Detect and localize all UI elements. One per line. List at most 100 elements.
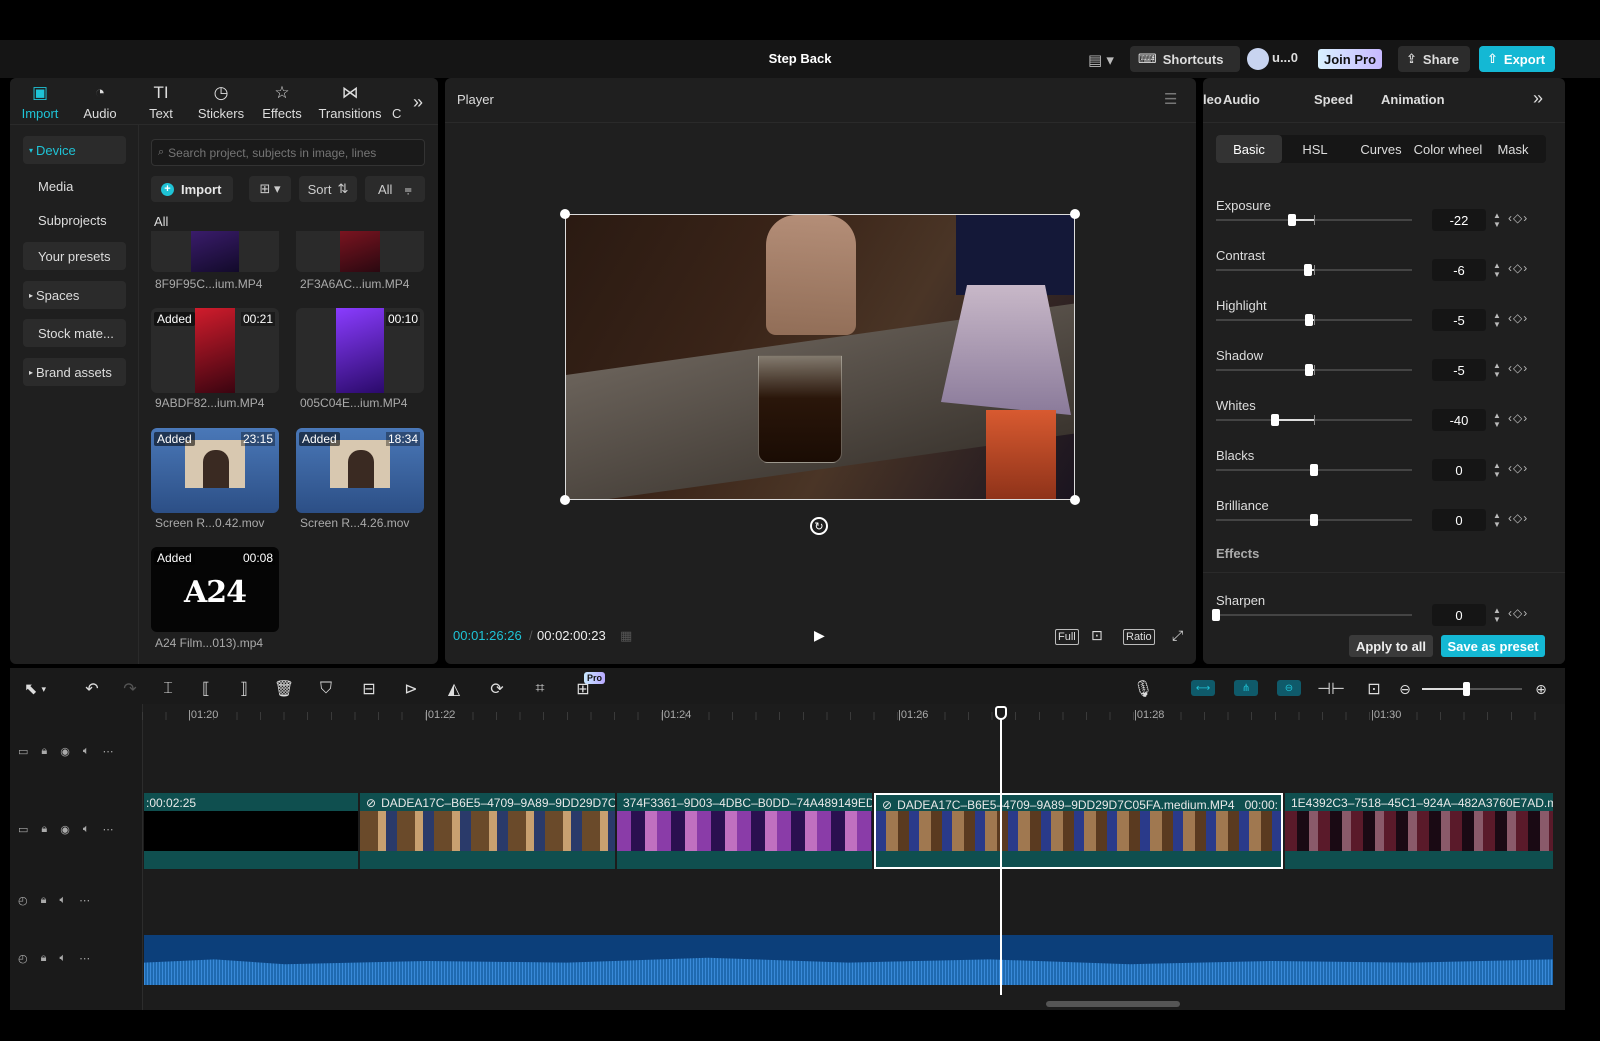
tab-animation[interactable]: Animation	[1381, 92, 1445, 107]
user-name[interactable]: u...0	[1272, 50, 1298, 65]
sidebar-item-subprojects[interactable]: Subprojects	[23, 206, 126, 234]
shortcuts-button[interactable]: ⌨ Shortcuts	[1130, 46, 1240, 72]
lock-icon[interactable]: 🔒︎	[41, 745, 47, 758]
tab-captions[interactable]: C	[392, 106, 401, 121]
slider-knob[interactable]	[1305, 314, 1314, 326]
tab-import[interactable]: ▣ Import	[10, 78, 70, 121]
media-item[interactable]: Added 18:34	[296, 428, 424, 513]
microphone-icon[interactable]: 🎙︎	[1133, 679, 1153, 699]
sidebar-item-device[interactable]: ▾ Device	[23, 136, 126, 164]
import-button[interactable]: + Import	[151, 176, 233, 202]
crop-icon[interactable]: ⌗	[530, 679, 550, 699]
slider-knob[interactable]	[1288, 214, 1297, 226]
slider-knob[interactable]	[1310, 464, 1318, 476]
media-item[interactable]: A24 Added 00:08	[151, 547, 279, 632]
adjustment-slider[interactable]	[1216, 264, 1412, 276]
adjustment-slider[interactable]	[1216, 214, 1412, 226]
tab-text[interactable]: TI Text	[131, 78, 191, 121]
subtab-mask[interactable]: Mask	[1493, 135, 1533, 163]
keyframe-icon[interactable]: ‹◇›	[1508, 511, 1528, 525]
split-icon[interactable]: ⌶	[158, 679, 178, 699]
keyframe-icon[interactable]: ‹◇›	[1508, 211, 1528, 225]
tab-audio-props[interactable]: Audio	[1223, 92, 1260, 107]
video-preview[interactable]	[565, 214, 1075, 500]
keyframe-icon[interactable]: ‹◇›	[1508, 411, 1528, 425]
ratio-button[interactable]: Ratio	[1123, 629, 1155, 645]
tab-speed[interactable]: Speed	[1314, 92, 1353, 107]
playhead-handle[interactable]	[995, 706, 1007, 720]
stepper-icon[interactable]: ▲ ▼	[1490, 209, 1504, 231]
save-preset-button[interactable]: Save as preset	[1441, 635, 1545, 657]
video-clip[interactable]: 374F3361–9D03–4DBC–B0DD–74A489149ED	[617, 793, 872, 869]
video-clip[interactable]: ⊘ DADEA17C–B6E5–4709–9A89–9DD29D7C	[360, 793, 615, 869]
stepper-icon[interactable]: ▲ ▼	[1490, 509, 1504, 531]
slider-knob[interactable]	[1310, 514, 1318, 526]
avatar[interactable]	[1247, 48, 1269, 70]
speaker-icon[interactable]: 🔈︎	[83, 745, 90, 758]
search-input[interactable]	[168, 145, 409, 160]
sidebar-item-presets[interactable]: Your presets	[23, 242, 126, 270]
redo-icon[interactable]: ↷	[120, 679, 140, 699]
menu-icon[interactable]: ☰	[1164, 90, 1177, 108]
more-tabs-icon[interactable]: »	[413, 92, 423, 113]
share-button[interactable]: ⇪ Share	[1398, 46, 1470, 72]
split-left-icon[interactable]: ⟦	[196, 679, 216, 699]
adjustment-value-input[interactable]: -5	[1432, 359, 1486, 381]
play-icon[interactable]: ▶	[814, 627, 825, 644]
keyframe-icon[interactable]: ‹◇›	[1508, 261, 1528, 275]
layout-icon[interactable]: ▤ ▾	[1088, 51, 1114, 69]
keyframe-icon[interactable]: ‹◇›	[1508, 361, 1528, 375]
more-icon[interactable]: ⋯	[79, 894, 90, 907]
timeline-scrollbar[interactable]	[1046, 1001, 1180, 1007]
subtab-hsl[interactable]: HSL	[1289, 135, 1341, 163]
audio-clip[interactable]	[144, 935, 1553, 985]
adjustment-value-input[interactable]: -5	[1432, 309, 1486, 331]
sidebar-item-brand[interactable]: ▸ Brand assets	[23, 358, 126, 386]
linkage-icon[interactable]: ⊖	[1277, 680, 1301, 696]
stepper-icon[interactable]: ▲ ▼	[1490, 459, 1504, 481]
video-clip[interactable]: :00:02:25	[144, 793, 358, 869]
apply-to-all-button[interactable]: Apply to all	[1349, 635, 1433, 657]
zoom-slider[interactable]	[1422, 682, 1522, 696]
keyframe-icon[interactable]: ‹◇›	[1508, 311, 1528, 325]
sidebar-item-media[interactable]: Media	[23, 172, 126, 200]
adjustment-value-input[interactable]: -22	[1432, 209, 1486, 231]
adjustment-slider[interactable]	[1216, 364, 1412, 376]
speed-icon[interactable]: ⊳	[401, 679, 421, 699]
selected-video-clip[interactable]: ⊘ DADEA17C–B6E5–4709–9A89–9DD29D7C05FA.me…	[874, 793, 1283, 869]
video-clip[interactable]: 1E4392C3–7518–45C1–924A–482A3760E7AD.m	[1285, 793, 1553, 869]
select-tool-icon[interactable]: ⬉ ▾	[18, 679, 52, 699]
export-button[interactable]: ⇧ Export	[1479, 46, 1555, 72]
keyframe-icon[interactable]: ‹◇›	[1508, 606, 1528, 620]
stepper-icon[interactable]: ▲ ▼	[1490, 359, 1504, 381]
rotate-tool-icon[interactable]: ⟳	[487, 679, 507, 699]
slider-knob[interactable]	[1212, 609, 1220, 621]
media-item[interactable]	[151, 231, 279, 272]
fullscreen-icon[interactable]: ⤢	[1172, 627, 1183, 644]
zoom-in-icon[interactable]: ⊕	[1532, 679, 1550, 699]
stepper-icon[interactable]: ▲ ▼	[1490, 409, 1504, 431]
more-icon[interactable]: ⋯	[102, 823, 113, 836]
subtab-color-wheel[interactable]: Color wheel	[1411, 135, 1485, 163]
tab-stickers[interactable]: ◷ Stickers	[191, 78, 251, 121]
more-icon[interactable]: ⋯	[102, 745, 113, 758]
zoom-fit-icon[interactable]: ⊡	[1091, 627, 1103, 644]
adjustment-value-input[interactable]: 0	[1432, 604, 1486, 626]
lock-icon[interactable]: 🔒︎	[41, 823, 47, 836]
zoom-out-icon[interactable]: ⊖	[1396, 679, 1414, 699]
slider-knob[interactable]	[1304, 264, 1313, 276]
slider-knob[interactable]	[1305, 364, 1314, 376]
tab-transitions[interactable]: ⋈ Transitions	[315, 78, 385, 121]
adjustment-slider[interactable]	[1216, 414, 1412, 426]
speaker-icon[interactable]: 🔈︎	[59, 952, 66, 965]
media-item[interactable]	[296, 231, 424, 272]
playhead[interactable]	[1000, 712, 1002, 995]
auto-snap-icon[interactable]: ⋔	[1234, 680, 1258, 696]
slider-knob[interactable]	[1270, 414, 1279, 426]
speaker-icon[interactable]: 🔈︎	[83, 823, 90, 836]
sidebar-item-spaces[interactable]: ▸ Spaces	[23, 281, 126, 309]
preview-axis-icon[interactable]: ⊣⊢	[1317, 679, 1345, 699]
filter-button[interactable]: All ⩦	[365, 176, 425, 202]
eye-icon[interactable]: ◉	[60, 823, 70, 836]
tab-effects[interactable]: ☆ Effects	[252, 78, 312, 121]
